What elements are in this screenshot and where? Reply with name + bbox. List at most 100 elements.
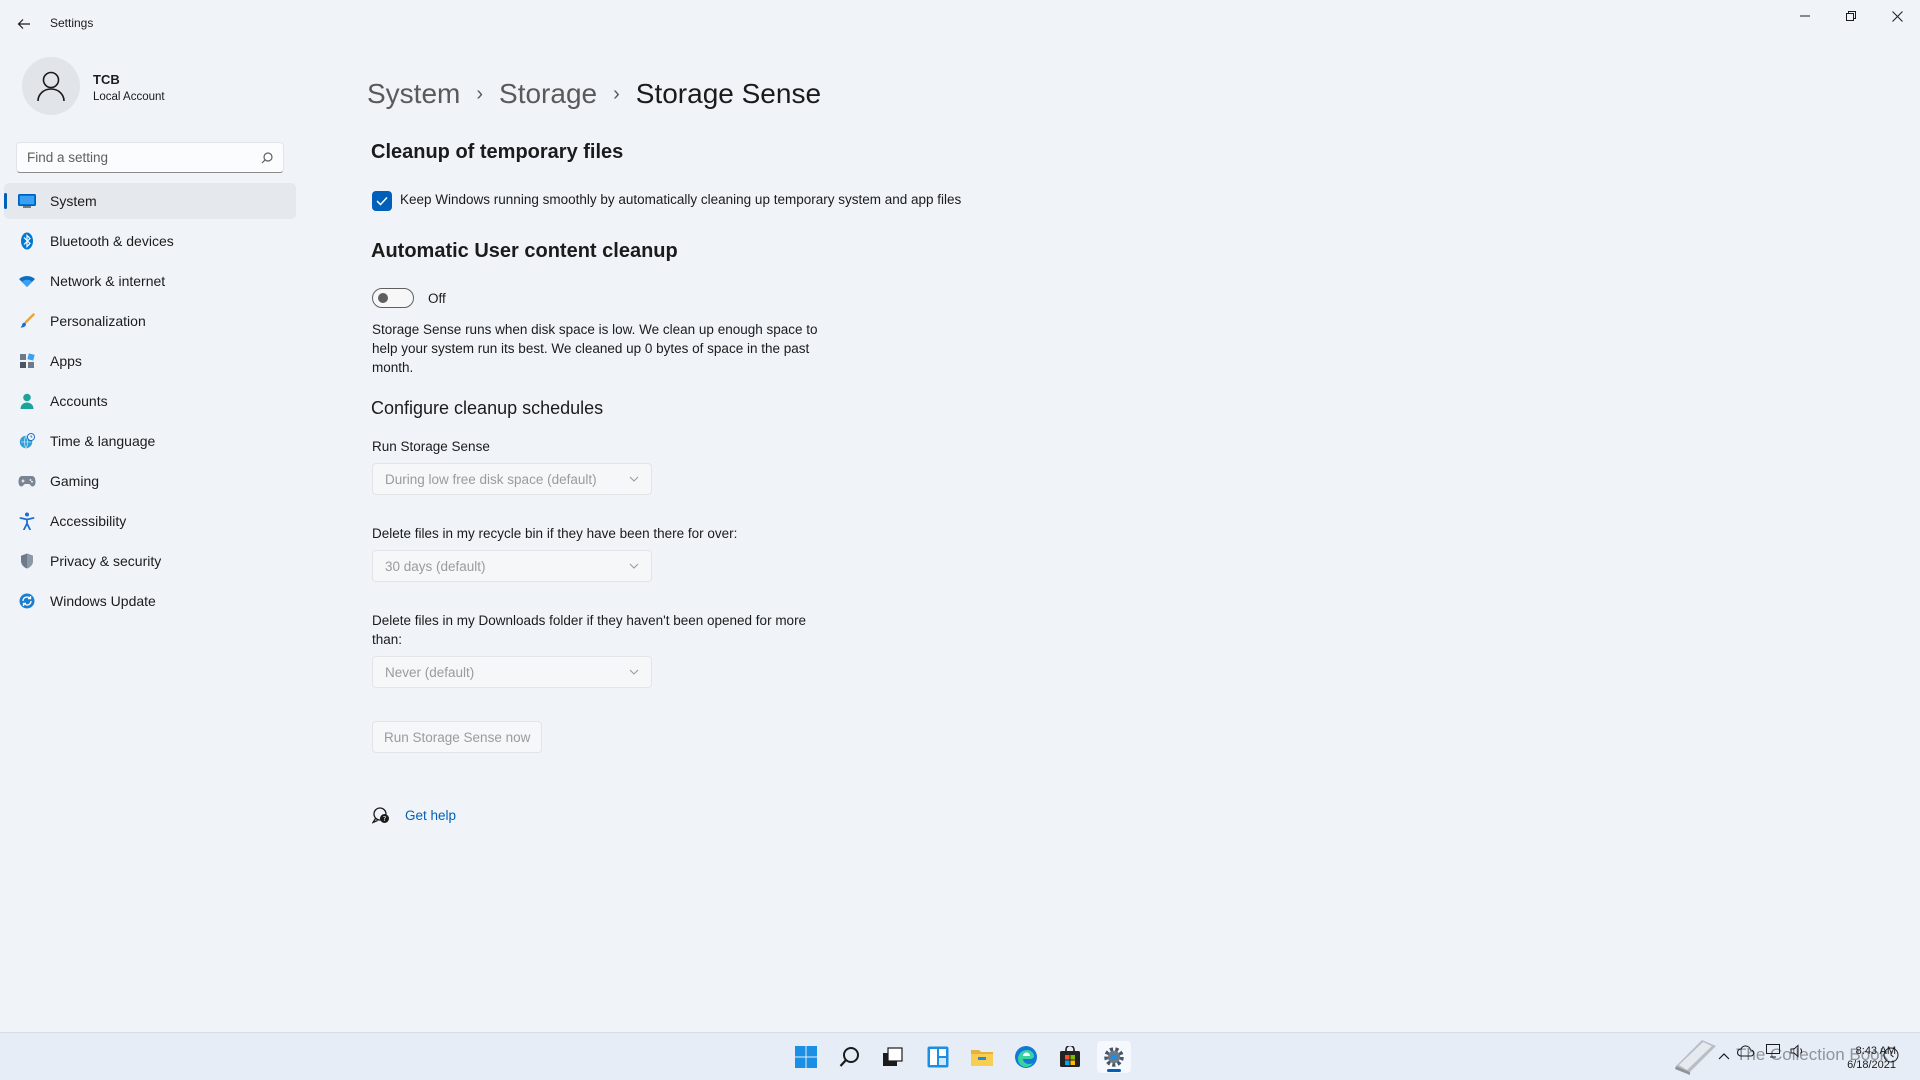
sidebar-item-windows-update[interactable]: Windows Update: [4, 583, 296, 619]
auto-cleanup-toggle[interactable]: [372, 288, 414, 308]
avatar[interactable]: [22, 57, 80, 115]
breadcrumb-system[interactable]: System: [367, 78, 460, 110]
dropdown-value: Never (default): [385, 664, 475, 680]
restore-icon: [1846, 11, 1856, 21]
taskbar: The Collection Book 8:43 AM 6/18/2021: [0, 1032, 1920, 1080]
restore-button[interactable]: [1828, 0, 1874, 32]
apps-icon: [18, 352, 36, 370]
monitor-icon: [18, 192, 36, 210]
edge-icon: [1015, 1046, 1037, 1068]
dropdown-value: During low free disk space (default): [385, 471, 597, 487]
sidebar-item-personalization[interactable]: Personalization: [4, 303, 296, 339]
storage-sense-description: Storage Sense runs when disk space is lo…: [372, 322, 818, 375]
chevron-down-icon: [629, 476, 639, 482]
accessibility-icon: [18, 512, 36, 530]
file-explorer-icon: [971, 1050, 993, 1066]
get-help-link[interactable]: Get help: [405, 808, 456, 823]
sidebar-item-privacy-security[interactable]: Privacy & security: [4, 543, 296, 579]
chevron-right-icon: ›: [476, 82, 484, 105]
close-icon: [1891, 10, 1903, 22]
sidebar-item-label: Privacy & security: [50, 553, 162, 569]
shield-icon: [18, 552, 36, 570]
cleanup-temp-heading: Cleanup of temporary files: [371, 141, 624, 163]
user-name: TCB: [93, 72, 120, 87]
back-arrow-icon: [17, 19, 30, 29]
breadcrumb: System › Storage › Storage Sense: [367, 78, 821, 110]
sidebar-item-gaming[interactable]: Gaming: [4, 463, 296, 499]
keep-running-label: Keep Windows running smoothly by automat…: [400, 192, 962, 207]
sidebar-item-accounts[interactable]: Accounts: [4, 383, 296, 419]
tray-volume[interactable]: [1790, 1044, 1806, 1063]
taskbar-search[interactable]: [833, 1041, 867, 1073]
sidebar-item-system[interactable]: System: [4, 183, 296, 219]
settings-icon: [1104, 1047, 1124, 1067]
search-icon: [839, 1047, 859, 1067]
update-icon: [18, 592, 36, 610]
search-box[interactable]: [16, 142, 284, 173]
tray-focus-assist[interactable]: [1883, 1047, 1899, 1068]
sidebar-item-label: Accessibility: [50, 513, 127, 529]
app-title: Settings: [50, 16, 94, 30]
sidebar-item-bluetooth[interactable]: Bluetooth & devices: [4, 223, 296, 259]
minimize-button[interactable]: [1782, 0, 1828, 32]
wifi-icon: [18, 272, 36, 290]
sidebar-item-label: Gaming: [50, 473, 100, 489]
sidebar-item-label: Time & language: [50, 433, 156, 449]
taskbar-file-explorer[interactable]: [965, 1041, 999, 1073]
minimize-icon: [1800, 15, 1810, 17]
sidebar-nav: System Bluetooth & devices Network & int…: [4, 183, 296, 623]
taskbar-store[interactable]: [1053, 1041, 1087, 1073]
person-icon: [37, 71, 65, 102]
sidebar-item-network[interactable]: Network & internet: [4, 263, 296, 299]
account-icon: [18, 392, 36, 410]
bluetooth-icon: [18, 232, 36, 250]
moon-clock-icon: [1883, 1047, 1899, 1063]
back-button[interactable]: [12, 12, 36, 36]
sidebar-item-label: Personalization: [50, 313, 146, 329]
sidebar-item-label: Network & internet: [50, 273, 166, 289]
sidebar-item-time-language[interactable]: Time & language: [4, 423, 296, 459]
watermark-book-icon: [1668, 1033, 1724, 1079]
run-storage-sense-now-button[interactable]: Run Storage Sense now: [372, 721, 543, 753]
brush-icon: [18, 312, 36, 330]
sidebar-item-label: Windows Update: [50, 593, 156, 609]
checkmark-icon: [376, 196, 388, 206]
downloads-dropdown[interactable]: Never (default): [372, 656, 652, 688]
start-icon: [795, 1046, 817, 1068]
sidebar-item-accessibility[interactable]: Accessibility: [4, 503, 296, 539]
run-storage-sense-dropdown[interactable]: During low free disk space (default): [372, 463, 652, 495]
sidebar-item-label: Accounts: [50, 393, 108, 409]
page-title: Storage Sense: [635, 78, 822, 109]
chevron-down-icon: [629, 669, 639, 675]
taskbar-settings[interactable]: [1097, 1041, 1131, 1073]
task-view-icon: [883, 1047, 903, 1066]
recycle-bin-dropdown[interactable]: 30 days (default): [372, 550, 652, 582]
recycle-bin-label: Delete files in my recycle bin if they h…: [372, 526, 738, 541]
downloads-label: Delete files in my Downloads folder if t…: [372, 613, 807, 647]
taskbar-widgets[interactable]: [921, 1041, 955, 1073]
search-input[interactable]: [27, 150, 261, 165]
chevron-up-icon: [1718, 1053, 1730, 1060]
run-storage-sense-label: Run Storage Sense: [372, 439, 490, 454]
toggle-state-label: Off: [428, 291, 446, 306]
auto-cleanup-heading: Automatic User content cleanup: [371, 240, 678, 262]
breadcrumb-storage[interactable]: Storage: [499, 78, 597, 110]
taskbar-start[interactable]: [789, 1041, 823, 1073]
globe-clock-icon: [18, 432, 36, 450]
speaker-icon: [1790, 1044, 1803, 1058]
sidebar-item-label: Apps: [50, 353, 82, 369]
widgets-icon: [927, 1046, 949, 1068]
close-button[interactable]: [1874, 0, 1920, 32]
sidebar-item-apps[interactable]: Apps: [4, 343, 296, 379]
tray-network[interactable]: [1766, 1044, 1782, 1063]
keep-running-checkbox[interactable]: [372, 191, 392, 211]
taskbar-edge[interactable]: [1009, 1041, 1043, 1073]
tray-onedrive[interactable]: [1736, 1044, 1755, 1062]
cloud-icon: [1736, 1045, 1755, 1057]
toggle-knob: [378, 293, 388, 303]
help-chat-icon: ?: [371, 806, 390, 824]
sidebar-item-label: Bluetooth & devices: [50, 233, 174, 249]
taskbar-task-view[interactable]: [876, 1041, 910, 1073]
account-type: Local Account: [93, 91, 165, 103]
tray-overflow-button[interactable]: [1718, 1047, 1730, 1065]
